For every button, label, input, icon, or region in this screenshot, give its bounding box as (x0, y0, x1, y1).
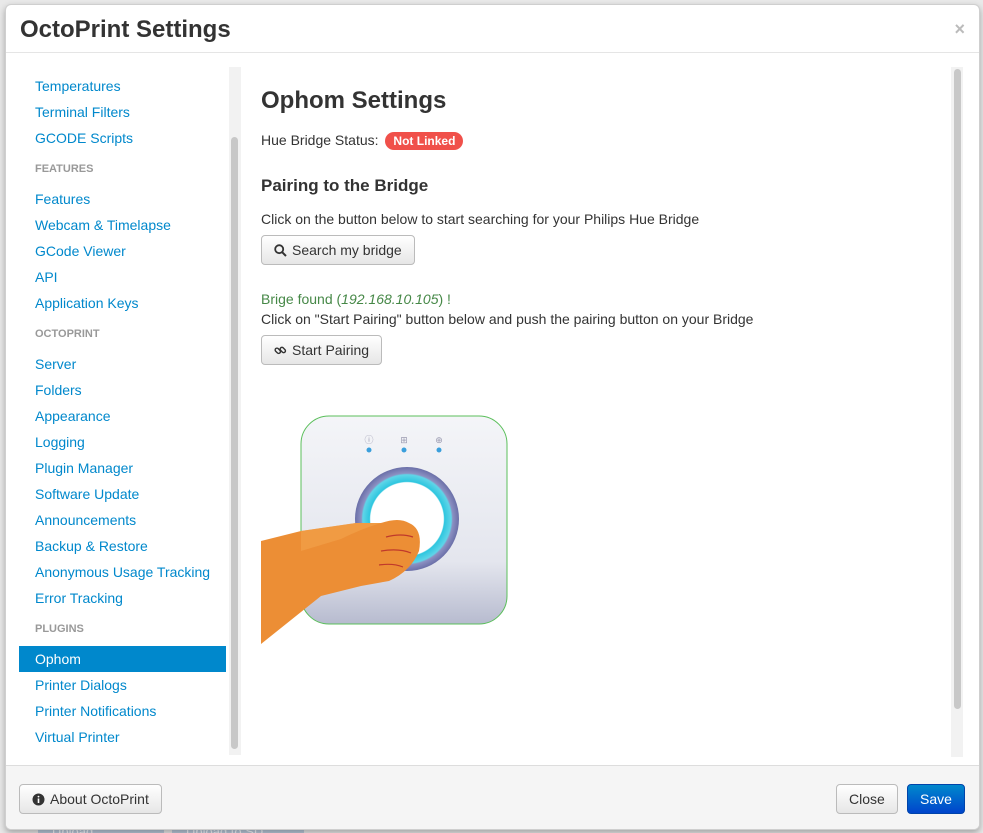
content-scrollbar-thumb[interactable] (954, 69, 961, 709)
svg-text:⊕: ⊕ (435, 435, 443, 445)
sidebar-item[interactable]: Printer Dialogs (19, 672, 226, 698)
close-button[interactable]: Close (836, 784, 898, 814)
page-title: Ophom Settings (261, 87, 447, 114)
bridge-status-row: Hue Bridge Status: Not Linked (261, 132, 464, 150)
sidebar-item[interactable]: Server (19, 351, 226, 377)
sidebar-item[interactable]: Terminal Filters (19, 99, 226, 125)
sidebar-item[interactable]: Webcam & Timelapse (19, 212, 226, 238)
search-bridge-button[interactable]: Search my bridge (261, 235, 415, 265)
search-bridge-label: Search my bridge (292, 242, 402, 258)
modal-body: Temperatures Terminal Filters GCODE Script… (6, 54, 979, 765)
save-button[interactable]: Save (907, 784, 965, 814)
about-label: About OctoPrint (50, 791, 149, 807)
sidebar-item[interactable]: Ophom (19, 646, 226, 672)
info-circle-icon (32, 793, 45, 806)
hue-bridge-illustration: ⓘ ⊞ ⊕ (261, 415, 508, 644)
bridge-ip: 192.168.10.105 (341, 291, 439, 307)
modal-footer: About OctoPrint Close Save (6, 765, 979, 829)
sidebar-item[interactable]: GCode Viewer (19, 238, 226, 264)
nav-header: OCTOPRINT (35, 328, 100, 340)
sidebar-item[interactable]: Features (19, 186, 226, 212)
sidebar-item[interactable]: GCODE Scripts (19, 125, 226, 151)
sidebar-item[interactable]: Anonymous Usage Tracking (19, 559, 226, 585)
sidebar-item[interactable]: Logging (19, 429, 226, 455)
start-pairing-button[interactable]: Start Pairing (261, 335, 383, 365)
sidebar-item[interactable]: Plugin Manager (19, 455, 226, 481)
search-hint: Click on the button below to start searc… (261, 211, 700, 227)
found-prefix: Brige found ( (261, 291, 342, 307)
sidebar-item[interactable]: Software Update (19, 481, 226, 507)
nav-header: PLUGINS (35, 623, 84, 635)
nav-header: FEATURES (35, 163, 94, 175)
about-octoprint-button[interactable]: About OctoPrint (19, 784, 162, 814)
sidebar-item[interactable]: API (19, 264, 226, 290)
sidebar-item[interactable]: Error Tracking (19, 585, 226, 611)
settings-content: Ophom Settings Hue Bridge Status: Not Li… (261, 54, 961, 765)
sidebar-item[interactable]: Announcements (19, 507, 226, 533)
bridge-found-message: Brige found (192.168.10.105) ! (261, 291, 451, 307)
start-pairing-label: Start Pairing (292, 342, 370, 358)
sidebar-item[interactable]: Temperatures (19, 73, 226, 99)
modal-header: OctoPrint Settings × (6, 5, 979, 53)
status-label: Hue Bridge Status: (261, 132, 379, 148)
svg-text:ⓘ: ⓘ (364, 435, 373, 445)
sidebar-item[interactable]: Backup & Restore (19, 533, 226, 559)
svg-text:⊞: ⊞ (400, 435, 408, 445)
sidebar-item[interactable]: Application Keys (19, 290, 226, 316)
sidebar-item[interactable]: Folders (19, 377, 226, 403)
close-icon[interactable]: × (954, 19, 965, 40)
link-icon (274, 344, 287, 357)
settings-sidebar: Temperatures Terminal Filters GCODE Script… (19, 67, 240, 755)
status-badge: Not Linked (385, 132, 464, 150)
sidebar-scrollbar-thumb[interactable] (231, 137, 238, 749)
modal-title: OctoPrint Settings (20, 16, 231, 43)
sidebar-item[interactable]: Virtual Printer (19, 724, 226, 750)
pairing-hint: Click on "Start Pairing" button below an… (261, 311, 754, 327)
search-icon (274, 243, 287, 257)
section-title: Pairing to the Bridge (261, 176, 429, 195)
found-suffix: ) ! (438, 291, 451, 307)
sidebar-item[interactable]: Printer Notifications (19, 698, 226, 724)
sidebar-item[interactable]: Appearance (19, 403, 226, 429)
settings-modal: OctoPrint Settings × Temperatures Termina… (5, 4, 980, 830)
